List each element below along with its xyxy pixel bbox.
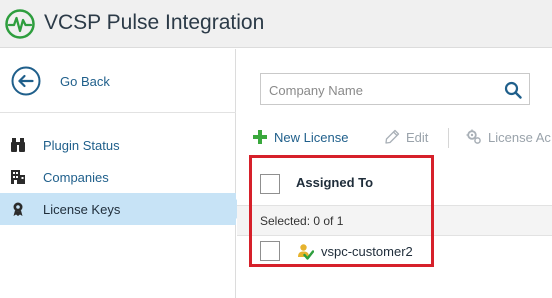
go-back-button[interactable]: Go Back <box>0 49 236 113</box>
row-checkbox[interactable] <box>260 241 280 261</box>
back-arrow-icon <box>11 66 41 96</box>
building-icon <box>11 170 25 184</box>
selection-status-row: Selected: 0 of 1 <box>237 206 552 236</box>
main-panel: New License Edit License Ac Assigned To <box>237 49 552 298</box>
toolbar-divider <box>448 128 449 148</box>
column-header-assigned-to[interactable]: Assigned To <box>296 175 373 190</box>
sidebar-item-plugin-status[interactable]: Plugin Status <box>0 129 236 161</box>
customer-check-icon <box>298 244 314 260</box>
toolbar: New License Edit License Ac <box>237 127 552 149</box>
license-key-icon <box>13 202 23 216</box>
select-all-checkbox[interactable] <box>260 174 280 194</box>
table-row[interactable]: vspc-customer2 <box>237 237 552 265</box>
edit-label: Edit <box>406 130 429 145</box>
sidebar-item-license-keys[interactable]: License Keys <box>0 193 245 225</box>
binoculars-icon <box>11 138 25 152</box>
sidebar-item-label: Plugin Status <box>43 138 120 153</box>
selection-count: Selected: 0 of 1 <box>260 214 344 228</box>
pulse-icon <box>5 9 35 39</box>
grid-header: Assigned To <box>237 159 552 206</box>
go-back-label: Go Back <box>60 74 110 89</box>
sidebar-item-label: Companies <box>43 170 109 185</box>
customer-name: vspc-customer2 <box>321 244 413 259</box>
license-action-label: License Ac <box>488 130 551 145</box>
search-box <box>260 73 530 105</box>
app-title: VCSP Pulse Integration <box>44 11 265 34</box>
license-gear-icon <box>466 129 481 144</box>
new-license-label: New License <box>274 130 349 145</box>
sidebar-item-companies[interactable]: Companies <box>0 161 236 193</box>
plus-icon <box>253 130 267 144</box>
sidebar-item-label: License Keys <box>43 202 121 217</box>
search-icon[interactable] <box>504 81 522 99</box>
sidebar: Go Back Plugin Status Companies License … <box>0 49 245 298</box>
company-name-search-input[interactable] <box>269 81 499 99</box>
pencil-icon <box>385 129 400 144</box>
app-header: VCSP Pulse Integration <box>0 0 552 48</box>
